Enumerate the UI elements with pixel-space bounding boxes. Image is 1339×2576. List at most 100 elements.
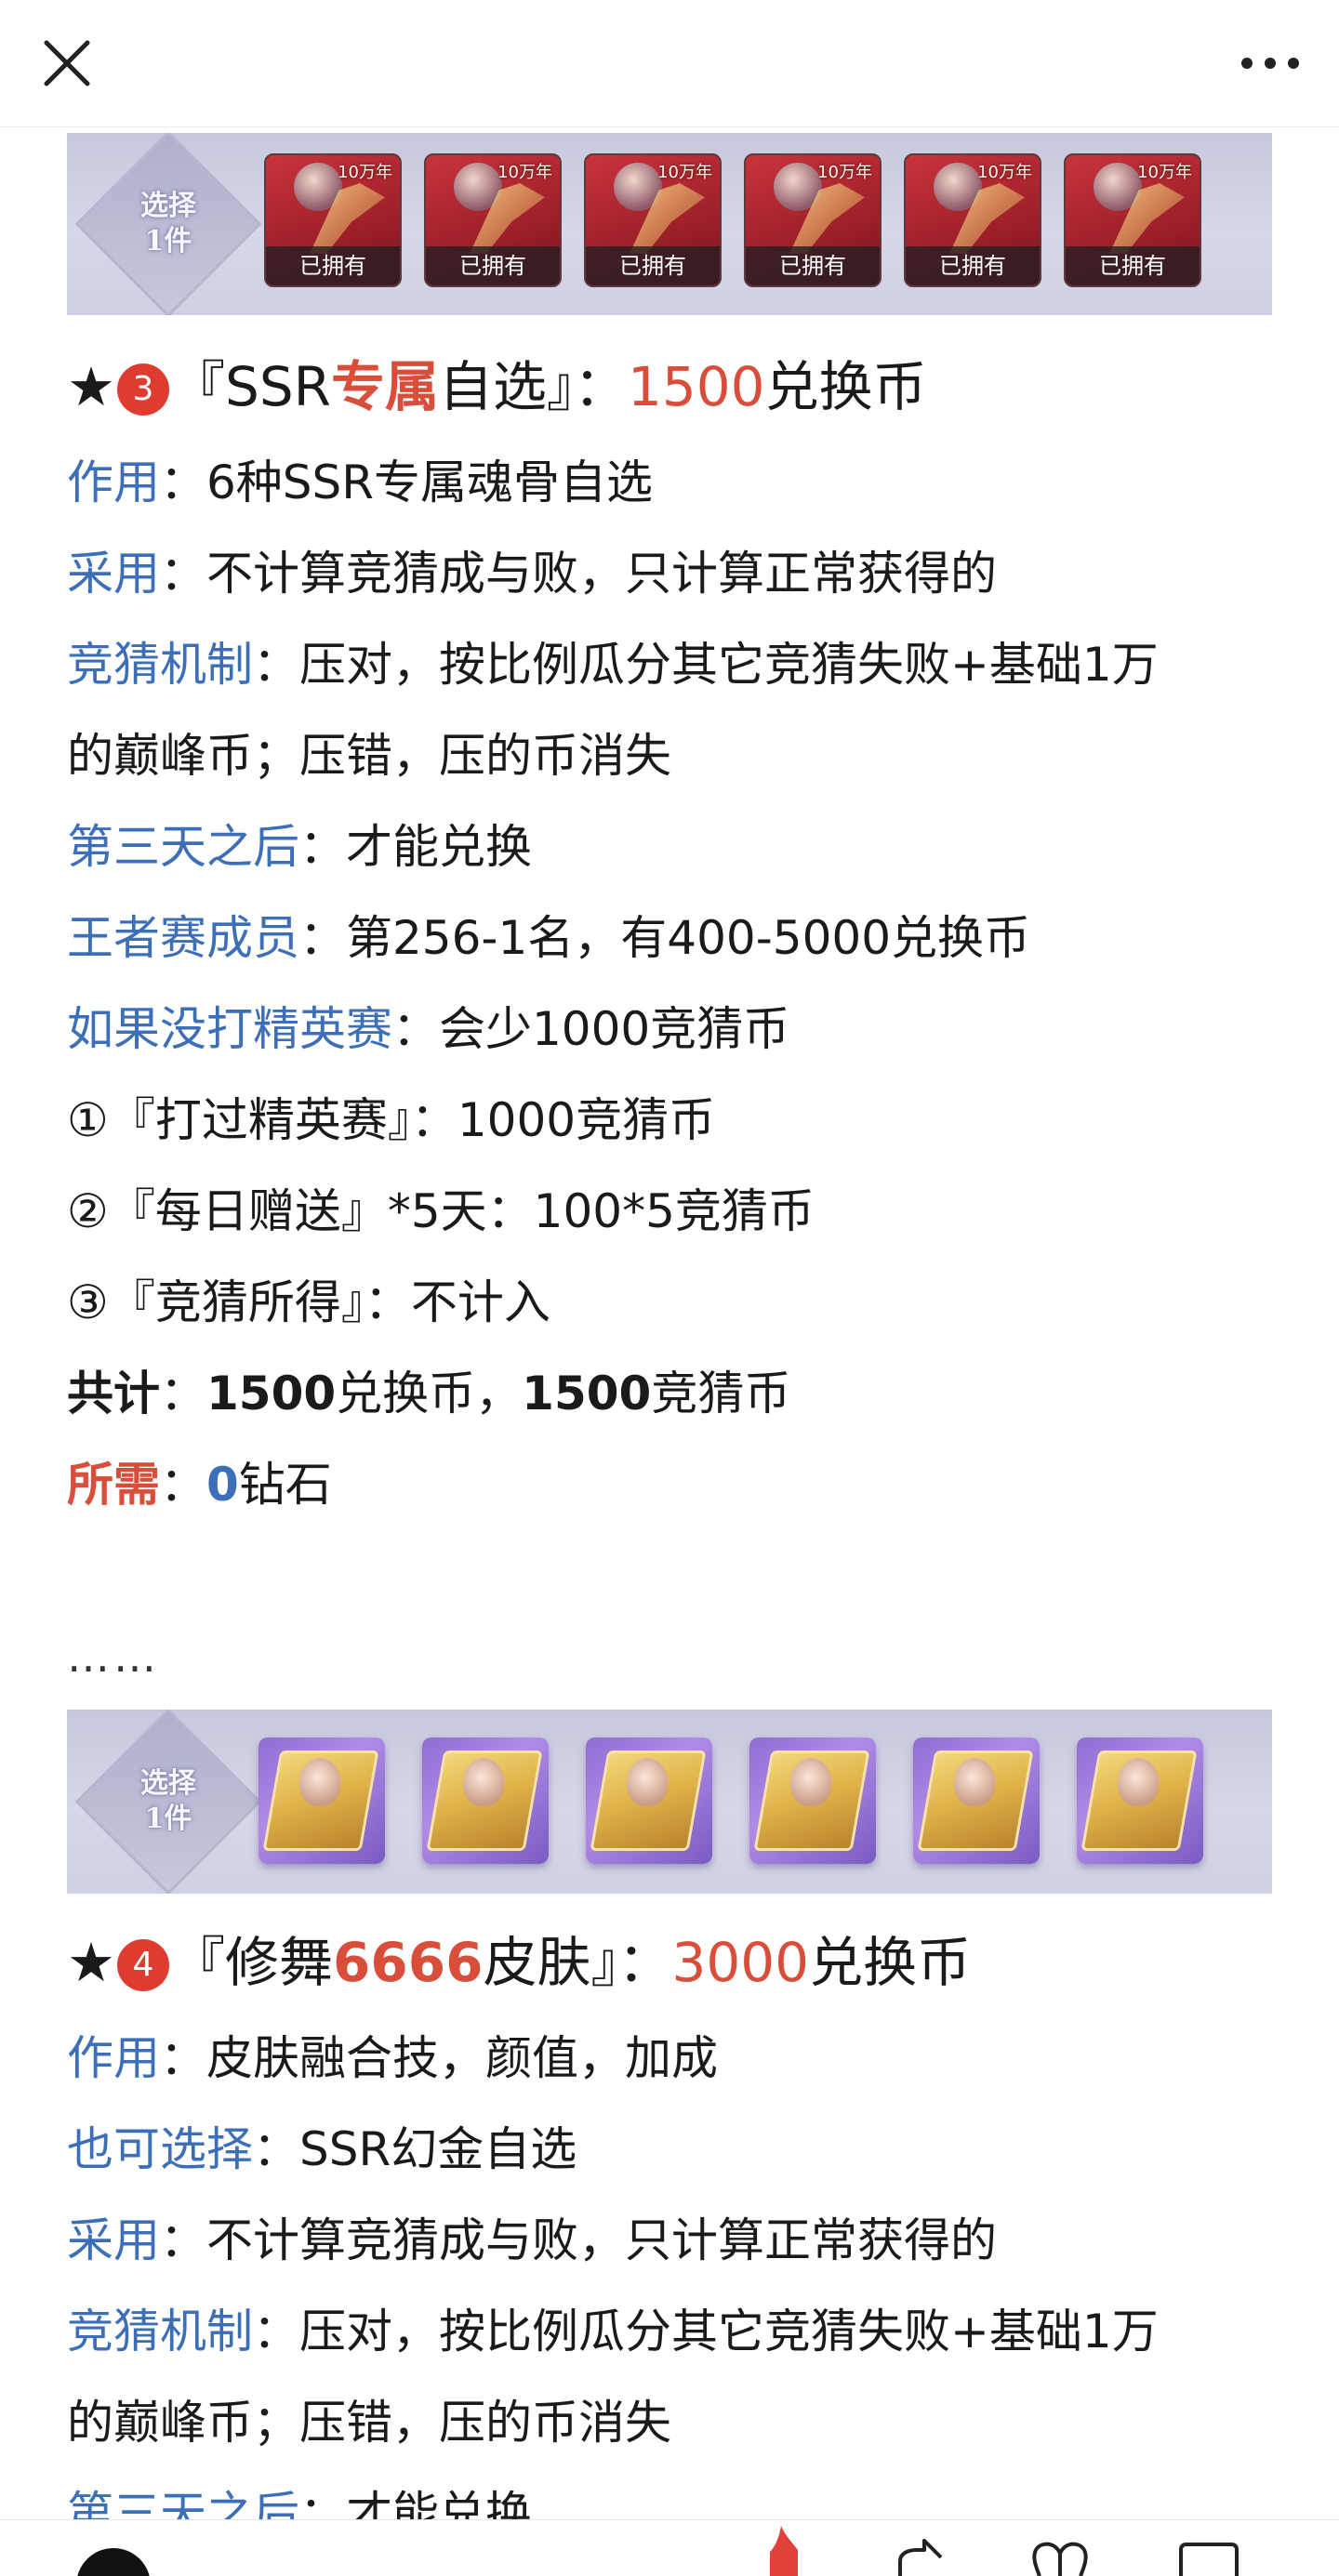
row-text: ：第256-1名，有400-5000兑换币 <box>299 911 1031 965</box>
row-label: 竞猜机制 <box>67 638 253 692</box>
title-text: 『修舞 <box>171 1931 334 1994</box>
skin-card[interactable] <box>422 1737 549 1864</box>
star-icon: ★ <box>67 1931 115 1994</box>
reward-slot[interactable]: 10万年 已拥有 <box>584 153 722 287</box>
comment-icon[interactable] <box>1177 2541 1240 2576</box>
total-unit: 竞猜币 <box>651 1367 791 1420</box>
row-label: 竞猜机制 <box>67 2305 253 2358</box>
row-label: 作用 <box>67 2031 160 2085</box>
separator: ： <box>160 1458 206 1512</box>
info-row: 第三天之后：才能兑换 <box>67 2486 532 2519</box>
separator: ： <box>160 1367 206 1420</box>
reward-slot[interactable]: 10万年 已拥有 <box>904 153 1041 287</box>
reward-banner-ssr: 选择 1件 10万年 已拥有 10万年 已拥有 10万年 已拥有 10万年 已拥… <box>67 133 1272 315</box>
skin-card[interactable] <box>749 1737 876 1864</box>
title-highlight: 6666 <box>333 1931 484 1994</box>
row-text: ：不计算竞猜成与败，只计算正常获得的 <box>160 2213 997 2267</box>
character-face <box>299 1758 340 1806</box>
info-row: 也可选择：SSR幻金自选 <box>67 2121 577 2177</box>
character-face <box>790 1758 831 1806</box>
total-value: 1500 <box>522 1367 652 1420</box>
ellipsis: …… <box>67 1631 160 1682</box>
row-text: 的巅峰币；压错，压的币消失 <box>67 2396 671 2450</box>
info-row: 竞猜机制：压对，按比例瓜分其它竞猜失败+基础1万 <box>67 2304 1159 2359</box>
section-heading: ★ 3 『SSR专属自选』：1500兑换币 <box>67 354 927 419</box>
title-highlight: 专属 <box>330 355 439 418</box>
more-button[interactable] <box>1226 28 1315 99</box>
share-icon[interactable] <box>893 2533 945 2576</box>
row-text: ：SSR幻金自选 <box>253 2122 577 2176</box>
reward-slot[interactable]: 10万年 已拥有 <box>744 153 882 287</box>
row-label: 也可选择 <box>67 2122 253 2176</box>
info-row: 王者赛成员：第256-1名，有400-5000兑换币 <box>67 910 1030 966</box>
number-badge: 4 <box>117 1939 169 1991</box>
avatar-icon[interactable] <box>74 2546 152 2576</box>
character-face <box>627 1758 668 1806</box>
character-face <box>463 1758 504 1806</box>
row-text: ：压对，按比例瓜分其它竞猜失败+基础1万 <box>253 638 1159 692</box>
row-text: ：皮肤融合技，颜值，加成 <box>160 2031 718 2085</box>
info-row: 竞猜机制：压对，按比例瓜分其它竞猜失败+基础1万 <box>67 637 1159 693</box>
row-label: 第三天之后 <box>67 820 299 874</box>
owned-label: 已拥有 <box>266 246 400 285</box>
row-label: 作用 <box>67 456 160 509</box>
title-text: 自选』： <box>438 355 628 418</box>
info-row: 采用：不计算竞猜成与败，只计算正常获得的 <box>67 2213 997 2268</box>
row-label: 采用 <box>67 2213 160 2267</box>
need-value: 0 <box>206 1458 239 1512</box>
info-row: 作用：皮肤融合技，颜值，加成 <box>67 2030 718 2086</box>
star-icon: ★ <box>67 355 115 418</box>
total-value: 1500 <box>206 1367 337 1420</box>
age-label: 10万年 <box>657 163 712 182</box>
price-value: 3000 <box>671 1931 810 1994</box>
select-badge-text: 选择 1件 <box>140 190 196 258</box>
like-icon[interactable] <box>764 2522 802 2576</box>
row-label: 第三天之后 <box>67 2487 299 2519</box>
owned-label: 已拥有 <box>746 246 880 285</box>
skin-card[interactable] <box>1077 1737 1203 1864</box>
reward-slot[interactable]: 10万年 已拥有 <box>424 153 562 287</box>
need-label: 所需 <box>67 1458 160 1512</box>
age-label: 10万年 <box>817 163 872 182</box>
title-text: 『SSR <box>171 355 331 418</box>
reward-banner-skin: 选择 1件 <box>67 1710 1272 1894</box>
row-text: ：才能兑换 <box>299 2487 532 2519</box>
row-text: ：会少1000竞猜币 <box>392 1002 790 1056</box>
list-item: ②『每日赠送』*5天：100*5竞猜币 <box>67 1184 815 1238</box>
skin-card[interactable] <box>586 1737 712 1864</box>
row-text: ：压对，按比例瓜分其它竞猜失败+基础1万 <box>253 2305 1159 2358</box>
close-icon <box>44 40 90 86</box>
info-row: 采用：不计算竞猜成与败，只计算正常获得的 <box>67 546 997 601</box>
row-text: ：不计算竞猜成与败，只计算正常获得的 <box>160 547 997 601</box>
row-label: 王者赛成员 <box>67 911 299 965</box>
reward-slot[interactable]: 10万年 已拥有 <box>1064 153 1201 287</box>
need-row: 所需：0钻石 <box>67 1457 332 1513</box>
total-label: 共计 <box>67 1367 160 1420</box>
price-unit: 兑换币 <box>764 355 927 418</box>
top-bar <box>0 0 1339 127</box>
info-row: 作用：6种SSR专属魂骨自选 <box>67 455 653 510</box>
bottom-action-bar <box>0 2519 1339 2576</box>
age-label: 10万年 <box>977 163 1032 182</box>
owned-label: 已拥有 <box>426 246 560 285</box>
number-badge: 3 <box>117 363 169 416</box>
row-label: 采用 <box>67 547 160 601</box>
row-text: ：6种SSR专属魂骨自选 <box>160 456 654 509</box>
section-heading: ★ 4 『修舞6666皮肤』：3000兑换币 <box>67 1930 971 1995</box>
title-text: 皮肤』： <box>483 1931 672 1994</box>
skin-card[interactable] <box>913 1737 1040 1864</box>
heart-icon[interactable] <box>1030 2537 1090 2576</box>
age-label: 10万年 <box>338 163 392 182</box>
info-row: 的巅峰币；压错，压的币消失 <box>67 728 671 784</box>
age-label: 10万年 <box>497 163 552 182</box>
price-unit: 兑换币 <box>809 1931 972 1994</box>
info-row: 第三天之后：才能兑换 <box>67 819 532 875</box>
skin-card[interactable] <box>259 1737 385 1864</box>
reward-slot[interactable]: 10万年 已拥有 <box>264 153 402 287</box>
select-badge-text: 选择 1件 <box>140 1767 196 1835</box>
character-face <box>954 1758 995 1806</box>
more-icon <box>1241 58 1299 69</box>
owned-label: 已拥有 <box>1066 246 1200 285</box>
row-text: 的巅峰币；压错，压的币消失 <box>67 729 671 783</box>
close-button[interactable] <box>32 28 102 99</box>
